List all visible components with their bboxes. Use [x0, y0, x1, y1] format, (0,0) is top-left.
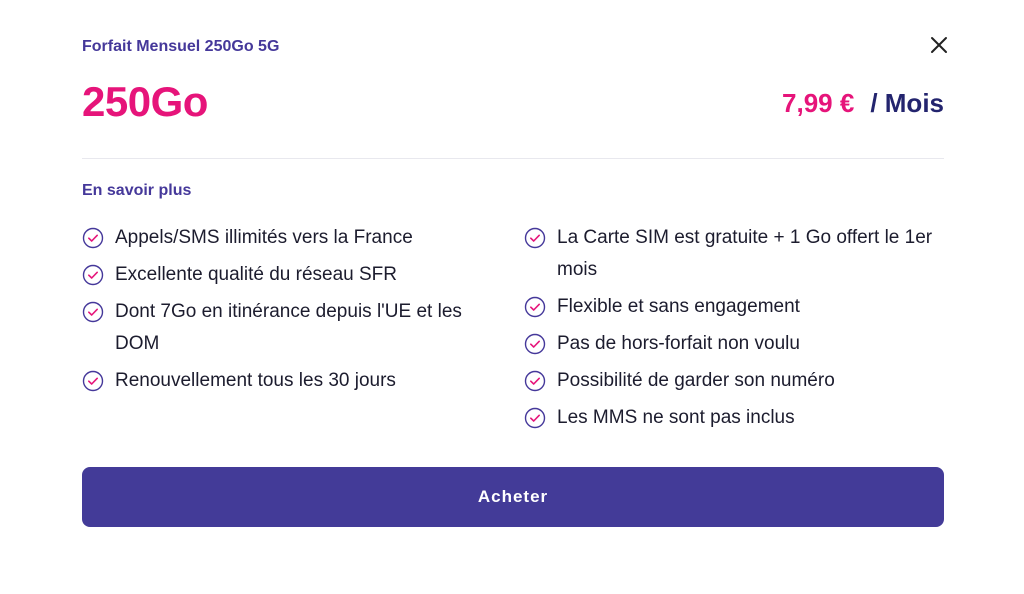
data-amount: 250Go [82, 78, 208, 125]
buy-button[interactable]: Acheter [82, 467, 944, 527]
price-row: 7,99 € / Mois [782, 88, 944, 119]
feature-text: Flexible et sans engagement [557, 296, 800, 317]
feature-text: Excellente qualité du réseau SFR [115, 264, 397, 285]
price: 7,99 € [782, 88, 855, 118]
feature-item: La Carte SIM est gratuite + 1 Go offert … [524, 222, 944, 286]
price-period: / Mois [870, 88, 944, 118]
feature-item: Renouvellement tous les 30 jours [82, 365, 502, 397]
check-circle-icon [524, 333, 546, 355]
feature-text: La Carte SIM est gratuite + 1 Go offert … [557, 227, 933, 280]
feature-item: Les MMS ne sont pas inclus [524, 402, 944, 434]
feature-text: Les MMS ne sont pas inclus [557, 407, 795, 428]
check-circle-icon [524, 296, 546, 318]
feature-text: Pas de hors-forfait non voulu [557, 333, 800, 354]
feature-text: Renouvellement tous les 30 jours [115, 370, 396, 391]
check-circle-icon [82, 370, 104, 392]
close-button[interactable] [926, 32, 952, 58]
more-info-link[interactable]: En savoir plus [82, 182, 191, 200]
check-circle-icon [524, 227, 546, 249]
plan-name: Forfait Mensuel 250Go 5G [82, 38, 280, 55]
check-circle-icon [82, 264, 104, 286]
feature-text: Possibilité de garder son numéro [557, 370, 835, 391]
features-right-list: La Carte SIM est gratuite + 1 Go offert … [524, 222, 944, 439]
check-circle-icon [82, 301, 104, 323]
check-circle-icon [524, 407, 546, 429]
feature-item: Possibilité de garder son numéro [524, 365, 944, 397]
feature-text: Dont 7Go en itinérance depuis l'UE et le… [115, 301, 462, 354]
feature-item: Dont 7Go en itinérance depuis l'UE et le… [82, 296, 502, 360]
close-icon [931, 37, 947, 53]
feature-text: Appels/SMS illimités vers la France [115, 227, 413, 248]
feature-item: Excellente qualité du réseau SFR [82, 259, 502, 291]
check-circle-icon [524, 370, 546, 392]
plan-detail-modal: Forfait Mensuel 250Go 5G 250Go 7,99 € / … [0, 0, 1024, 594]
features-left-list: Appels/SMS illimités vers la France Exce… [82, 222, 502, 402]
feature-item: Pas de hors-forfait non voulu [524, 328, 944, 360]
feature-item: Flexible et sans engagement [524, 291, 944, 323]
divider [82, 158, 944, 159]
check-circle-icon [82, 227, 104, 249]
feature-item: Appels/SMS illimités vers la France [82, 222, 502, 254]
